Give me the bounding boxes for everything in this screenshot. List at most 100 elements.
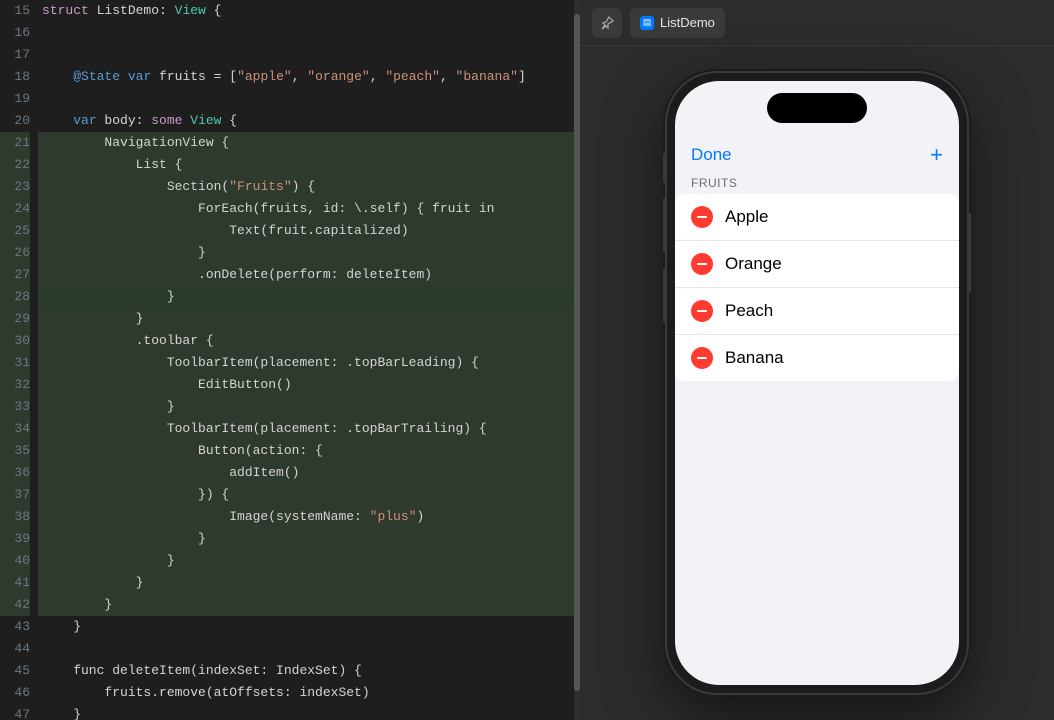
code-line: } [38,308,580,330]
item-label: Peach [725,301,773,321]
line-numbers: 1516171819202122232425262728293031323334… [0,0,38,720]
fruits-list: Apple Orange Peach Banana [675,194,959,381]
scrollbar[interactable] [574,0,580,720]
code-line: @State var fruits = ["apple", "orange", … [38,66,580,88]
listdemo-tab[interactable]: ▤ ListDemo [630,8,725,38]
line-number: 23 [0,176,30,198]
scroll-thumb[interactable] [574,14,580,691]
code-line [38,22,580,44]
code-line: func deleteItem(indexSet: IndexSet) { [38,660,580,682]
line-number: 34 [0,418,30,440]
code-line: Text(fruit.capitalized) [38,220,580,242]
code-line: Button(action: { [38,440,580,462]
dynamic-island [767,93,867,123]
line-number: 47 [0,704,30,720]
line-number: 43 [0,616,30,638]
line-number: 38 [0,506,30,528]
code-line: } [38,396,580,418]
mute-button [663,153,667,183]
code-line: } [38,242,580,264]
tab-label: ListDemo [660,15,715,30]
preview-panel: ▤ ListDemo Done + FRUITS [580,0,1054,720]
line-number: 46 [0,682,30,704]
code-line: .onDelete(perform: deleteItem) [38,264,580,286]
code-line: }) { [38,484,580,506]
delete-button[interactable] [691,206,713,228]
pin-icon [600,16,614,30]
line-number: 31 [0,352,30,374]
line-number: 24 [0,198,30,220]
volume-down-button [663,268,667,323]
done-button[interactable]: Done [691,145,732,165]
section-header: FRUITS [675,170,959,194]
code-line: } [38,616,580,638]
list-item[interactable]: Orange [675,241,959,288]
list-item[interactable]: Banana [675,335,959,381]
code-line: List { [38,154,580,176]
code-line: ToolbarItem(placement: .topBarLeading) { [38,352,580,374]
code-lines: struct ListDemo: View { @State var fruit… [38,0,580,720]
code-line: } [38,594,580,616]
item-label: Orange [725,254,782,274]
line-number: 30 [0,330,30,352]
code-line: addItem() [38,462,580,484]
ios-screen: Done + FRUITS Apple Orange Peach Banana [675,81,959,685]
line-number: 41 [0,572,30,594]
code-line: } [38,528,580,550]
delete-button[interactable] [691,253,713,275]
code-line: ForEach(fruits, id: \.self) { fruit in [38,198,580,220]
code-line: } [38,704,580,720]
code-line [38,88,580,110]
code-line: ToolbarItem(placement: .topBarTrailing) … [38,418,580,440]
list-item[interactable]: Apple [675,194,959,241]
item-label: Apple [725,207,768,227]
navigation-bar: Done + [675,136,959,170]
line-number: 35 [0,440,30,462]
line-number: 45 [0,660,30,682]
code-line: struct ListDemo: View { [38,0,580,22]
volume-up-button [663,198,667,253]
code-line: EditButton() [38,374,580,396]
add-button[interactable]: + [930,144,943,166]
code-line [38,44,580,66]
line-number: 39 [0,528,30,550]
power-button [967,213,971,293]
line-number: 15 [0,0,30,22]
line-number: 44 [0,638,30,660]
code-line: fruits.remove(atOffsets: indexSet) [38,682,580,704]
phone-mockup: Done + FRUITS Apple Orange Peach Banana [667,73,967,693]
line-number: 21 [0,132,30,154]
line-number: 37 [0,484,30,506]
line-number: 32 [0,374,30,396]
preview-area: Done + FRUITS Apple Orange Peach Banana [580,46,1054,720]
preview-toolbar: ▤ ListDemo [580,0,1054,46]
code-line: .toolbar { [38,330,580,352]
line-number: 40 [0,550,30,572]
item-label: Banana [725,348,784,368]
tab-app-icon: ▤ [640,16,654,30]
code-line: } [38,572,580,594]
line-number: 33 [0,396,30,418]
line-number: 36 [0,462,30,484]
delete-button[interactable] [691,347,713,369]
line-number: 26 [0,242,30,264]
phone-screen: Done + FRUITS Apple Orange Peach Banana [675,81,959,685]
line-number: 42 [0,594,30,616]
code-line: Section("Fruits") { [38,176,580,198]
code-editor: 1516171819202122232425262728293031323334… [0,0,580,720]
code-line: } [38,286,580,308]
code-line: var body: some View { [38,110,580,132]
delete-button[interactable] [691,300,713,322]
code-line: NavigationView { [38,132,580,154]
line-number: 20 [0,110,30,132]
list-item[interactable]: Peach [675,288,959,335]
code-line: } [38,550,580,572]
line-number: 18 [0,66,30,88]
code-line [38,638,580,660]
line-number: 17 [0,44,30,66]
line-number: 29 [0,308,30,330]
pin-button[interactable] [592,8,622,38]
line-number: 28 [0,286,30,308]
code-line: Image(systemName: "plus") [38,506,580,528]
line-number: 22 [0,154,30,176]
